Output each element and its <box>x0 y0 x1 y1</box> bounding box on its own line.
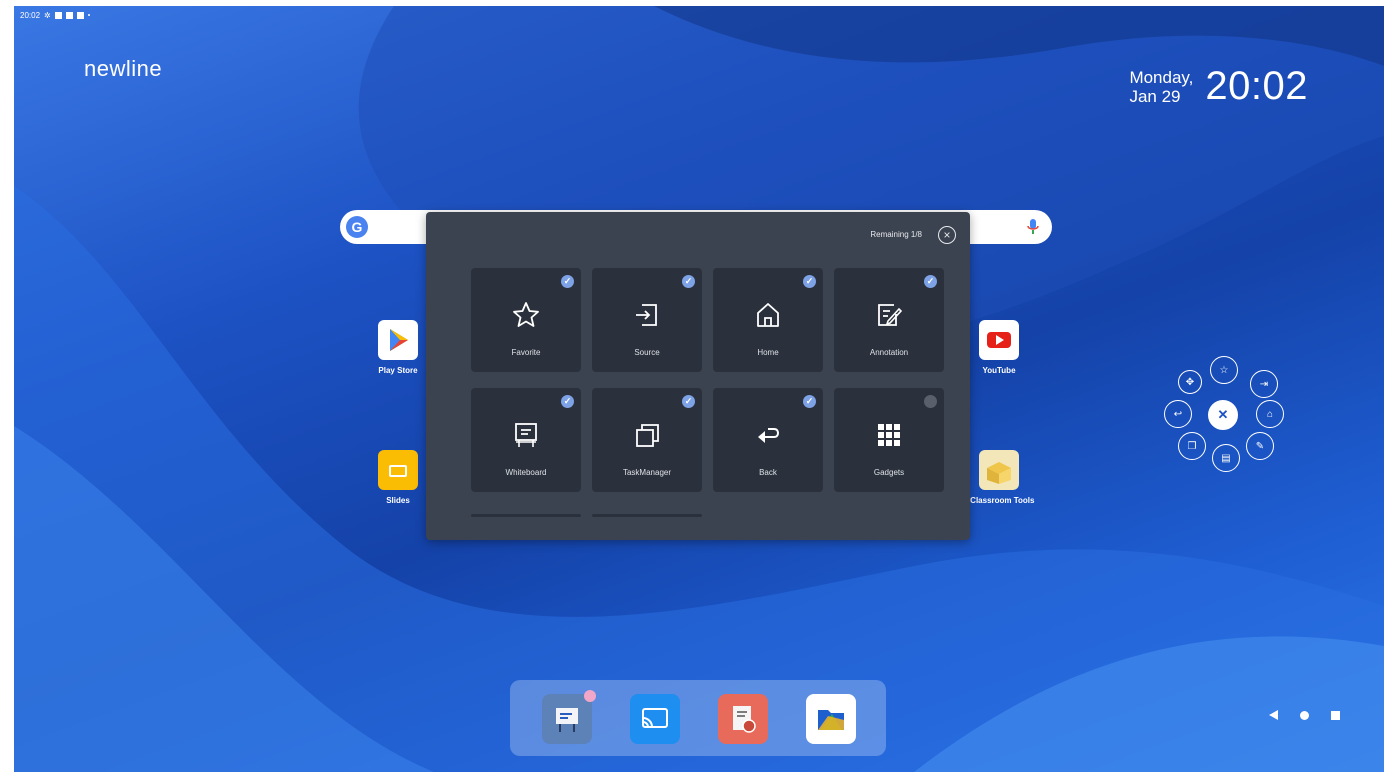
tool-card-task-manager[interactable]: ✓ TaskManager <box>592 388 702 492</box>
whiteboard-icon <box>515 423 537 447</box>
date-label: Jan 29 <box>1129 86 1181 106</box>
youtube-icon <box>979 320 1019 360</box>
status-icon <box>65 11 73 19</box>
back-icon[interactable]: ↩ <box>1164 400 1192 428</box>
close-menu-button[interactable]: ✕ <box>1208 400 1238 430</box>
move-icon[interactable]: ✥ <box>1178 370 1202 394</box>
app-dock <box>510 680 886 756</box>
tool-label: TaskManager <box>622 468 672 477</box>
play-store-icon <box>378 320 418 360</box>
note-app-icon[interactable] <box>718 694 768 744</box>
star-icon <box>513 302 539 327</box>
mic-icon[interactable] <box>1026 218 1040 236</box>
date: Monday, Jan 29 <box>1129 68 1193 106</box>
back-icon <box>758 428 780 443</box>
status-dot <box>87 14 90 16</box>
recents-icon[interactable] <box>1331 710 1340 720</box>
tool-label: Source <box>634 348 660 357</box>
status-time: 20:02 <box>20 10 41 20</box>
tool-card-annotation[interactable]: ✓ Annotation <box>834 268 944 372</box>
clock-widget[interactable]: Monday, Jan 29 20:02 <box>1129 64 1308 109</box>
source-icon <box>636 304 657 326</box>
tool-card-back[interactable]: ✓ Back <box>713 388 823 492</box>
notification-dot <box>584 690 596 702</box>
tool-label: Home <box>757 348 779 357</box>
back-icon[interactable] <box>1269 710 1278 720</box>
checkmark-icon[interactable]: ✓ <box>682 275 695 288</box>
tool-card-favorite[interactable]: ✓ Favorite <box>471 268 581 372</box>
home-icon <box>757 303 779 327</box>
gadgets-icon <box>878 424 900 446</box>
tool-label: Gadgets <box>873 468 905 477</box>
slides-icon <box>378 450 418 490</box>
settings-icon: ✲ <box>44 10 51 20</box>
status-bar: 20:02 ✲ <box>20 8 90 22</box>
tool-card-partial <box>592 514 702 517</box>
close-icon[interactable]: × <box>938 226 956 244</box>
unchecked-icon[interactable]: ✓ <box>924 395 937 408</box>
checkmark-icon[interactable]: ✓ <box>803 395 816 408</box>
home-screen: 20:02 ✲ newline Monday, Jan 29 20:02 G P… <box>14 6 1384 772</box>
tool-label: Back <box>759 468 777 477</box>
status-icon <box>54 11 62 19</box>
home-icon[interactable]: ⌂ <box>1256 400 1284 428</box>
star-icon[interactable]: ☆ <box>1210 356 1238 384</box>
whiteboard-app-icon[interactable] <box>542 690 596 744</box>
tool-card-partial <box>471 514 581 517</box>
screen-cast-icon[interactable] <box>630 694 680 744</box>
checkmark-icon[interactable]: ✓ <box>803 275 816 288</box>
checkmark-icon[interactable]: ✓ <box>561 395 574 408</box>
checkmark-icon[interactable]: ✓ <box>924 275 937 288</box>
day-label: Monday, <box>1129 67 1194 87</box>
classroom-tools-icon <box>979 450 1019 490</box>
annotation-icon[interactable]: ✎ <box>1246 432 1274 460</box>
tool-card-source[interactable]: ✓ Source <box>592 268 702 372</box>
quick-tools-settings-panel: Remaining 1/8 × ✓ Favorite ✓ Source ✓ Ho… <box>426 212 970 540</box>
time-label: 20:02 <box>1205 64 1308 108</box>
tool-card-gadgets[interactable]: ✓ Gadgets <box>834 388 944 492</box>
brand-logo: newline <box>84 56 163 81</box>
whiteboard-icon[interactable]: ▤ <box>1212 444 1240 472</box>
remaining-count: Remaining 1/8 <box>870 230 922 239</box>
annotation-icon <box>878 304 903 326</box>
files-app-icon[interactable] <box>806 694 856 744</box>
task-manager-icon[interactable]: ❐ <box>1178 432 1206 460</box>
tool-card-whiteboard[interactable]: ✓ Whiteboard <box>471 388 581 492</box>
checkmark-icon[interactable]: ✓ <box>682 395 695 408</box>
tool-label: Whiteboard <box>505 468 547 477</box>
system-nav-bar <box>1269 710 1340 720</box>
tool-card-home[interactable]: ✓ Home <box>713 268 823 372</box>
checkmark-icon[interactable]: ✓ <box>561 275 574 288</box>
tool-label: Favorite <box>511 348 541 357</box>
google-logo-icon: G <box>346 216 368 238</box>
floating-tool-menu: ✥ ☆ ⇥ ↩ ✕ ⌂ ❐ ▤ ✎ <box>1158 348 1288 478</box>
source-icon[interactable]: ⇥ <box>1250 370 1278 398</box>
task-manager-icon <box>636 424 659 447</box>
status-icon <box>76 11 84 19</box>
tool-label: Annotation <box>869 348 909 357</box>
home-icon[interactable] <box>1300 710 1309 720</box>
